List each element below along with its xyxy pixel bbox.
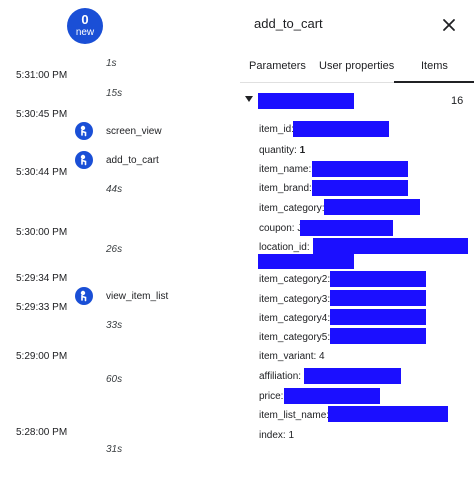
close-button[interactable] bbox=[438, 14, 460, 36]
redacted-value bbox=[258, 254, 354, 269]
tab-user-properties[interactable]: User properties bbox=[319, 60, 394, 72]
event-view-item-list[interactable]: view_item_list bbox=[106, 291, 168, 302]
duration-label: 60s bbox=[106, 374, 123, 385]
time-label: 5:29:00 PM bbox=[16, 351, 68, 362]
time-label: 5:30:44 PM bbox=[16, 167, 68, 178]
duration-label: 44s bbox=[106, 184, 123, 195]
duration-label: 31s bbox=[106, 444, 123, 455]
param-quantity-value: 1 bbox=[299, 145, 306, 156]
duration-label: 33s bbox=[106, 320, 123, 331]
time-label: 5:31:00 PM bbox=[16, 70, 68, 81]
duration-label: 15s bbox=[106, 88, 123, 99]
redacted-value bbox=[328, 406, 448, 422]
event-screen-view[interactable]: screen_view bbox=[106, 126, 162, 137]
param-item-category2: item_category2: bbox=[259, 274, 331, 285]
new-events-label: new bbox=[75, 27, 95, 38]
redacted-value bbox=[300, 220, 393, 236]
event-icon[interactable] bbox=[75, 151, 93, 169]
param-item-list-name: item_list_name: bbox=[259, 410, 330, 421]
redacted-value bbox=[312, 161, 408, 177]
time-label: 5:30:45 PM bbox=[16, 109, 68, 120]
items-count: 16 bbox=[451, 95, 464, 107]
time-label: 5:29:33 PM bbox=[16, 302, 68, 313]
redacted-value bbox=[304, 368, 401, 384]
caret-down-icon[interactable] bbox=[245, 96, 253, 102]
param-item-name: item_name: bbox=[259, 164, 312, 175]
param-item-variant-value: 4 bbox=[319, 351, 325, 362]
touch-icon bbox=[80, 125, 87, 137]
param-location-id: location_id: I bbox=[259, 242, 315, 253]
param-item-category4: item_category4: bbox=[259, 313, 331, 324]
event-icon[interactable] bbox=[75, 122, 93, 140]
param-affiliation: affiliation: bbox=[259, 371, 302, 382]
time-label: 5:28:00 PM bbox=[16, 427, 68, 438]
time-label: 5:30:00 PM bbox=[16, 227, 68, 238]
param-index: index: 1 bbox=[259, 430, 295, 441]
param-item-category5: item_category5: bbox=[259, 332, 331, 343]
time-label: 5:29:34 PM bbox=[16, 273, 68, 284]
touch-icon bbox=[80, 290, 87, 302]
redacted-value bbox=[312, 180, 408, 196]
param-item-brand: item_brand: bbox=[259, 183, 312, 194]
redacted-value bbox=[293, 121, 389, 137]
duration-label: 26s bbox=[106, 244, 123, 255]
param-index-value: 1 bbox=[288, 430, 295, 441]
new-events-count: 0 bbox=[81, 12, 89, 27]
redacted-value bbox=[284, 388, 380, 404]
active-tab-indicator bbox=[394, 81, 474, 83]
event-icon[interactable] bbox=[75, 287, 93, 305]
duration-label: 1s bbox=[106, 58, 117, 69]
param-coupon: coupon: J bbox=[259, 223, 302, 234]
redacted-value bbox=[330, 309, 426, 325]
param-item-id: item_id: bbox=[259, 124, 295, 135]
redacted-value bbox=[330, 290, 426, 306]
redacted-value bbox=[330, 271, 426, 287]
tab-items[interactable]: Items bbox=[421, 60, 448, 72]
touch-icon bbox=[80, 154, 87, 166]
param-item-category3: item_category3: bbox=[259, 294, 331, 305]
param-price: price: bbox=[259, 391, 284, 402]
event-add-to-cart[interactable]: add_to_cart bbox=[106, 155, 159, 166]
param-item-category: item_category: bbox=[259, 203, 325, 214]
redacted-value bbox=[324, 199, 420, 215]
redacted-item-title bbox=[258, 93, 354, 109]
param-item-variant: item_variant: 4 bbox=[259, 351, 325, 362]
redacted-value bbox=[330, 328, 426, 344]
panel-title: add_to_cart bbox=[254, 16, 323, 31]
param-quantity: quantity: 1 bbox=[259, 145, 306, 156]
tab-parameters[interactable]: Parameters bbox=[249, 60, 306, 72]
redacted-value bbox=[313, 238, 468, 254]
close-icon bbox=[443, 19, 455, 31]
new-events-badge[interactable]: 0 new bbox=[67, 8, 103, 44]
